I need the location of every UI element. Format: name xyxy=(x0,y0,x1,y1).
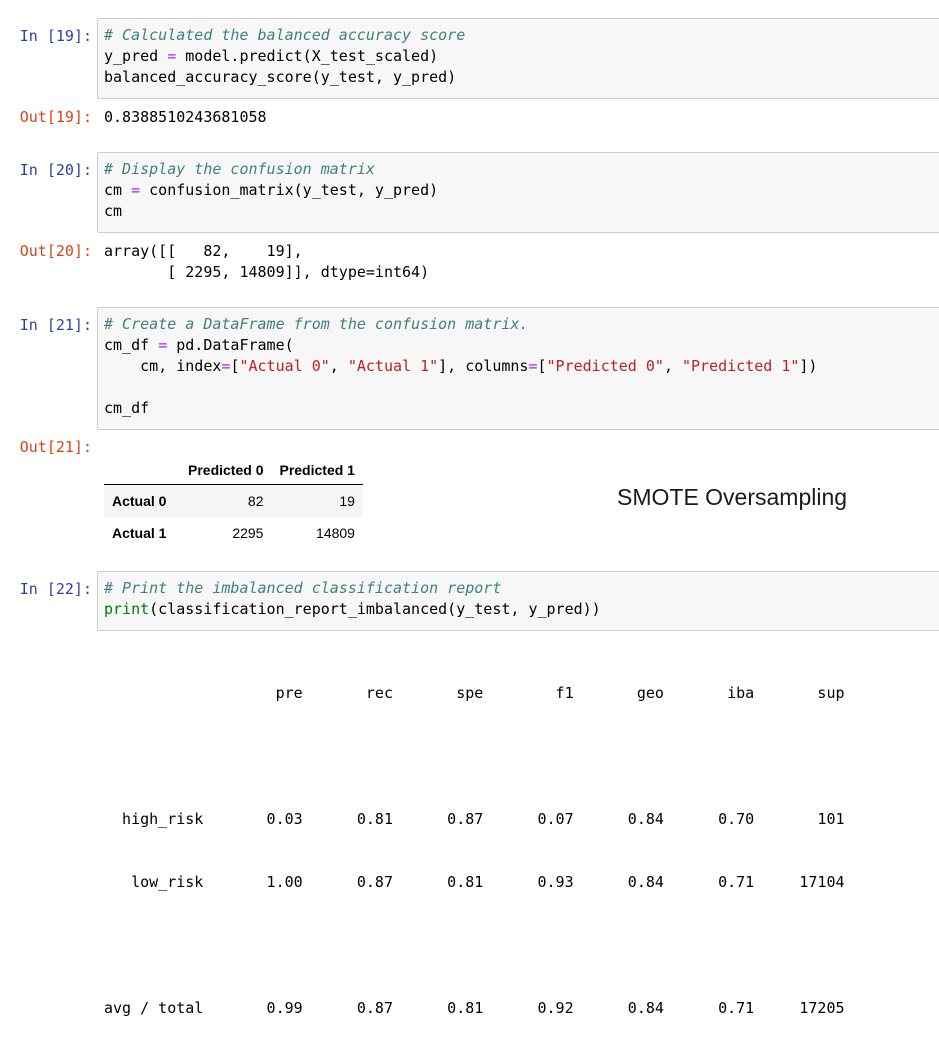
confusion-matrix-dataframe: Predicted 0 Predicted 1 Actual 0 82 19 A… xyxy=(104,456,363,549)
dataframe-index-header xyxy=(104,456,180,485)
code-text: cm_df xyxy=(104,399,150,417)
code-string: "Predicted 1" xyxy=(682,357,800,375)
code-text: cm_df xyxy=(104,336,159,354)
report-row-low-risk: low_risk 1.00 0.87 0.81 0.93 0.84 0.71 1… xyxy=(104,873,845,891)
report-blank-line xyxy=(104,935,845,956)
cell-20-out-prompt: Out[20]: xyxy=(19,242,92,260)
code-text: , xyxy=(329,357,348,375)
code-text: , xyxy=(663,357,682,375)
code-line: cm = confusion_matrix(y_test, y_pred) xyxy=(104,180,933,201)
code-text: cm xyxy=(104,181,132,199)
dataframe-cell: 2295 xyxy=(232,525,264,541)
code-text: cm xyxy=(104,202,123,220)
cell-19-code-editor[interactable]: # Calculated the balanced accuracy score… xyxy=(97,18,939,99)
cell-21-code-editor[interactable]: # Create a DataFrame from the confusion … xyxy=(97,307,939,430)
code-text: cm, index xyxy=(104,357,222,375)
dataframe-cell: 14809 xyxy=(316,525,355,541)
code-line: # Calculated the balanced accuracy score xyxy=(104,25,933,46)
code-line: # Create a DataFrame from the confusion … xyxy=(104,314,933,335)
classification-report-output: pre rec spe f1 geo iba sup high_risk 0.0… xyxy=(104,641,845,1040)
dataframe-column-header: Predicted 0 xyxy=(180,456,272,485)
code-string: "Actual 0" xyxy=(239,357,330,375)
report-header-row: pre rec spe f1 geo iba sup xyxy=(104,684,845,702)
dataframe-row-index: Actual 0 xyxy=(112,493,167,509)
code-comment: # Print the imbalanced classification re… xyxy=(104,579,502,597)
code-text: ]) xyxy=(799,357,818,375)
cell-19-output: 0.8388510243681058 xyxy=(104,108,267,126)
code-text: model.predict(X_test_scaled) xyxy=(176,47,439,65)
dataframe-row-index: Actual 1 xyxy=(112,525,167,541)
code-line: balanced_accuracy_score(y_test, y_pred) xyxy=(104,67,933,88)
dataframe-cell: 19 xyxy=(339,493,355,509)
code-line: y_pred = model.predict(X_test_scaled) xyxy=(104,46,933,67)
code-text: confusion_matrix(y_test, y_pred) xyxy=(140,181,439,199)
code-line: print(classification_report_imbalanced(y… xyxy=(104,599,933,620)
dataframe-cell: 82 xyxy=(247,493,264,509)
code-line: cm_df = pd.DataFrame( xyxy=(104,335,933,356)
code-string: "Actual 1" xyxy=(347,357,439,375)
code-operator: = xyxy=(131,181,141,199)
code-line: cm xyxy=(104,201,933,222)
code-comment: # Calculated the balanced accuracy score xyxy=(104,26,466,44)
code-operator: = xyxy=(528,357,538,375)
code-line: # Print the imbalanced classification re… xyxy=(104,578,933,599)
code-comment: # Create a DataFrame from the confusion … xyxy=(104,315,529,333)
code-string: "Predicted 0" xyxy=(546,357,664,375)
report-row-avg-total: avg / total 0.99 0.87 0.81 0.92 0.84 0.7… xyxy=(104,999,845,1017)
code-text: [ xyxy=(537,357,547,375)
code-line: cm_df xyxy=(104,398,933,419)
code-operator: = xyxy=(167,47,177,65)
cell-20-output-line-2: [ 2295, 14809]], dtype=int64) xyxy=(104,263,430,281)
code-text: pd.DataFrame( xyxy=(167,336,294,354)
code-comment: # Display the confusion matrix xyxy=(104,160,375,178)
cell-20-output-line-1: array([[ 82, 19], xyxy=(104,242,303,260)
code-text: (classification_report_imbalanced(y_test… xyxy=(149,600,601,618)
code-text: y_pred xyxy=(104,47,168,65)
cell-21-out-prompt: Out[21]: xyxy=(19,438,92,456)
cell-21-in-prompt: In [21]: xyxy=(19,316,92,334)
dataframe-header-row: Predicted 0 Predicted 1 xyxy=(104,456,363,485)
dataframe-column-header: Predicted 1 xyxy=(271,456,363,485)
code-text: ], columns xyxy=(438,357,529,375)
report-blank-line xyxy=(104,746,845,767)
cell-22-code-editor[interactable]: # Print the imbalanced classification re… xyxy=(97,571,939,631)
code-builtin: print xyxy=(104,600,150,618)
cell-19-out-prompt: Out[19]: xyxy=(19,108,92,126)
code-text: balanced_accuracy_score(y_test, y_pred) xyxy=(104,68,457,86)
cell-22-in-prompt: In [22]: xyxy=(19,580,92,598)
code-line: # Display the confusion matrix xyxy=(104,159,933,180)
code-operator: = xyxy=(158,336,168,354)
cell-19-in-prompt: In [19]: xyxy=(19,27,92,45)
smote-oversampling-annotation: SMOTE Oversampling xyxy=(617,484,848,510)
report-row-high-risk: high_risk 0.03 0.81 0.87 0.07 0.84 0.70 … xyxy=(104,810,845,828)
cell-20-in-prompt: In [20]: xyxy=(19,161,92,179)
code-line: cm, index =[ "Actual 0", "Actual 1"], colu… xyxy=(104,356,933,377)
table-row: Actual 1 2295 14809 xyxy=(104,517,363,549)
cell-20-code-editor[interactable]: # Display the confusion matrix cm = conf… xyxy=(97,152,939,233)
table-row: Actual 0 82 19 xyxy=(104,484,363,517)
